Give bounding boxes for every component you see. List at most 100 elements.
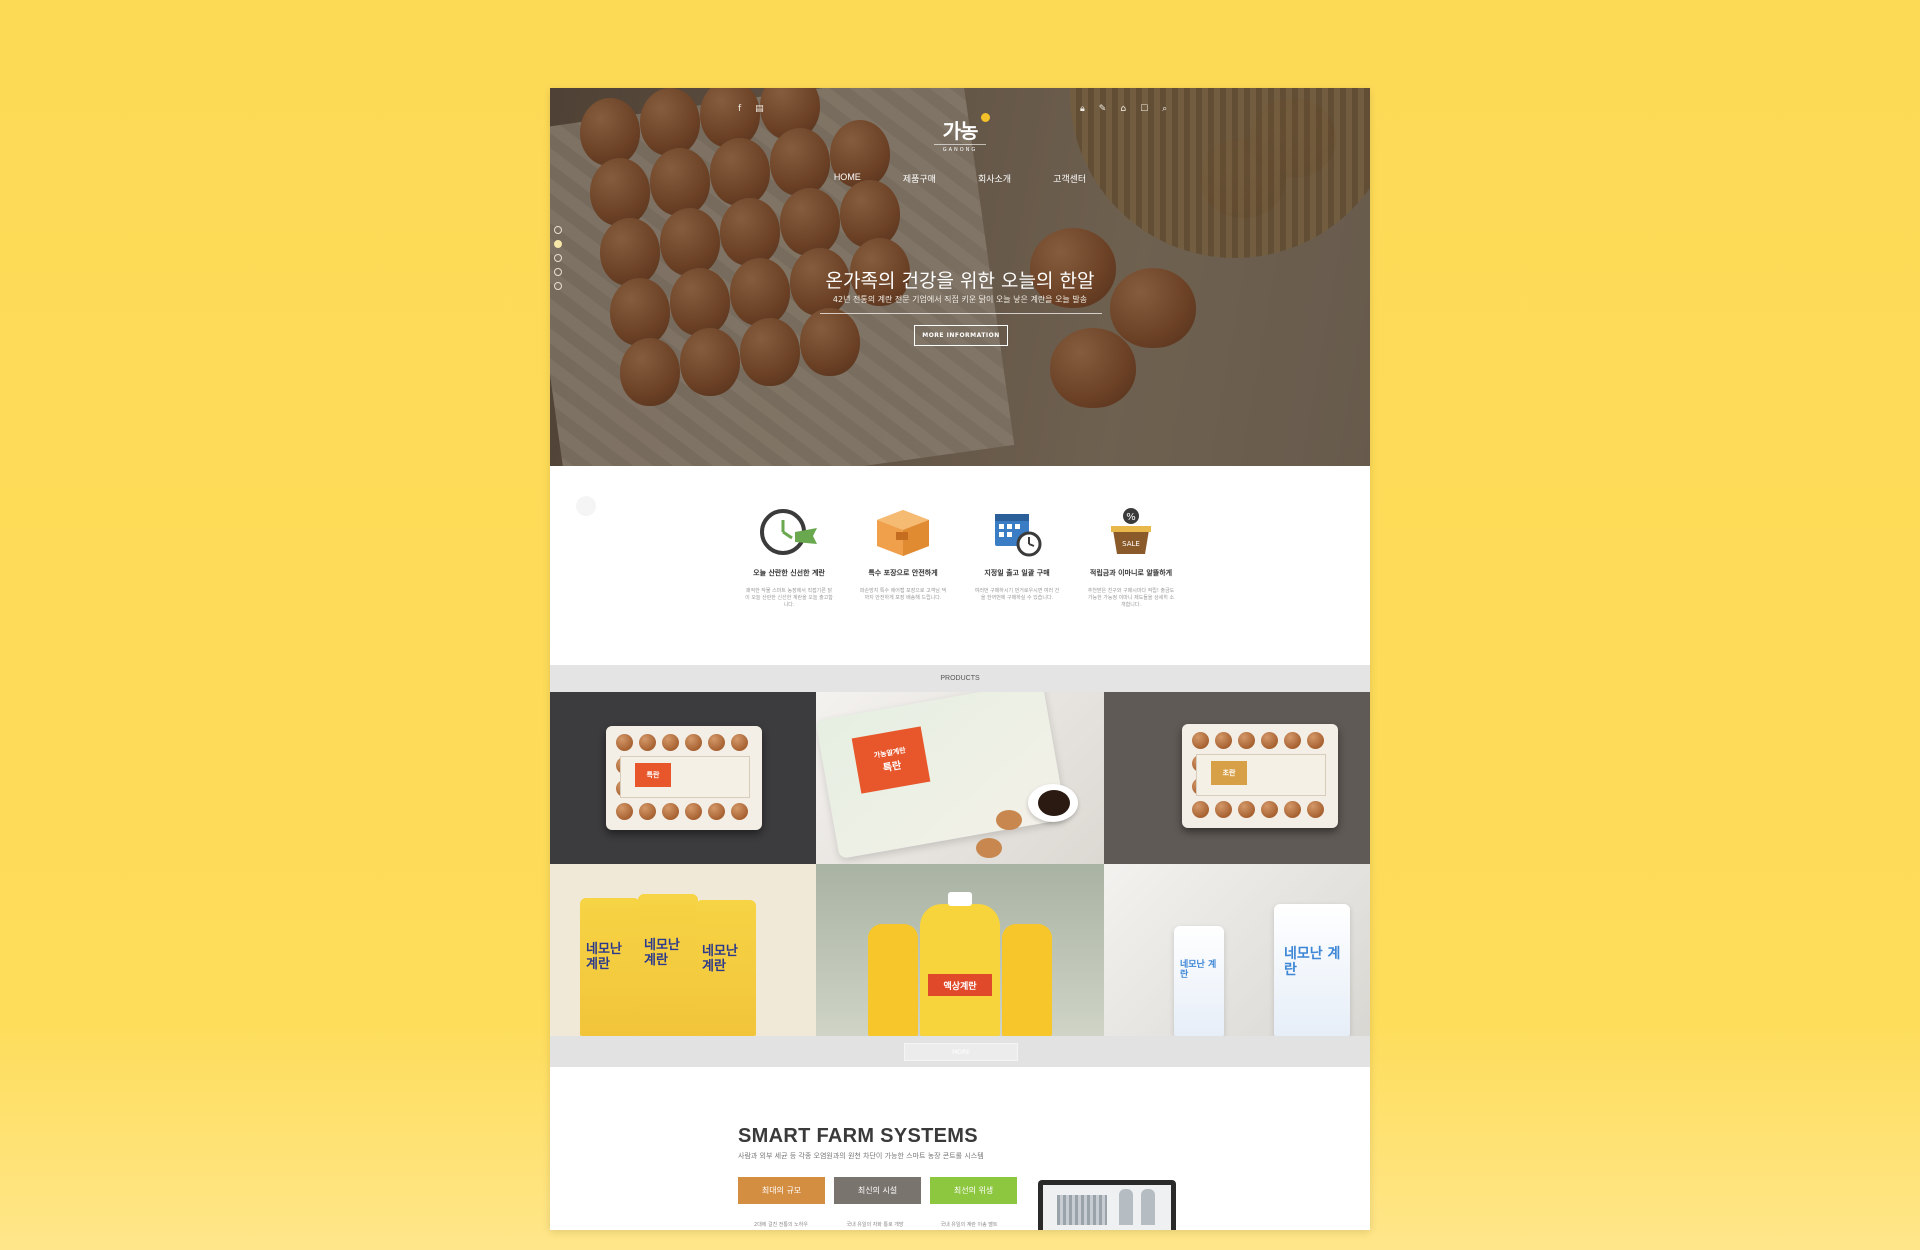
feature-savings: % SALE 적립금과 이마니로 알뜰하게 추천받은 친구와 구매시마다 적립!… bbox=[1087, 506, 1175, 609]
divider bbox=[820, 313, 1102, 314]
pack-grade: 특란 bbox=[882, 759, 903, 774]
clock-24-icon bbox=[759, 506, 819, 560]
carton-egg bbox=[1192, 732, 1209, 749]
carton-egg bbox=[708, 803, 725, 820]
tab-hygiene[interactable]: 최선의 위생 bbox=[930, 1177, 1017, 1204]
carton-egg bbox=[731, 734, 748, 751]
products-heading: PRODUCTS bbox=[550, 665, 1370, 692]
product-grid: 특란 가농알계란 특란 초란 네모난 계란 네모난 계란 네모난 계란 액상계란… bbox=[550, 692, 1370, 1036]
product-carton-yellow[interactable]: 네모난 계란 네모난 계란 네모난 계란 bbox=[550, 864, 816, 1036]
product-egg-carton-dark[interactable]: 특란 bbox=[550, 692, 816, 864]
nav-support[interactable]: 고객센터 bbox=[1053, 172, 1086, 185]
carton-egg bbox=[1192, 801, 1209, 818]
more-products-button[interactable]: MORE bbox=[904, 1043, 1018, 1061]
carton-egg bbox=[639, 803, 656, 820]
hero-title: 온가족의 건강을 위한 오늘의 한알 bbox=[825, 270, 1095, 292]
carton-egg bbox=[1284, 732, 1301, 749]
feature-title: 특수 포장으로 안전하게 bbox=[868, 569, 938, 577]
carton-egg bbox=[1215, 732, 1232, 749]
carton-egg bbox=[639, 734, 656, 751]
feature-schedule: 지정일 출고 일괄 구매 여러번 구매하시기 번거로우시면 여러 건을 한꺼번에… bbox=[973, 506, 1061, 609]
feature-title: 오늘 산란한 신선한 계란 bbox=[753, 569, 825, 577]
svg-text:%: % bbox=[1126, 512, 1136, 523]
smartfarm-tabs: 최대의 규모 최신의 시설 최선의 위생 bbox=[738, 1177, 1017, 1204]
carton-label: 네모난 계란 bbox=[702, 944, 738, 974]
utility-icons: 🔒︎ ✎ ⌂ ☐ ⌕ bbox=[1080, 104, 1167, 114]
hero-subtitle: 42년 전통의 계란 전문 기업에서 직접 키운 닭이 오늘 낳은 계란을 오늘… bbox=[832, 295, 1088, 304]
carton-grade-label: 특란 bbox=[635, 763, 671, 787]
carton-label: 네모난 계란 bbox=[644, 938, 680, 968]
slide-dot[interactable] bbox=[554, 226, 562, 234]
carton-egg bbox=[1307, 801, 1324, 818]
nav-home[interactable]: HOME bbox=[834, 172, 861, 185]
chat-icon[interactable]: ☐ bbox=[1140, 104, 1148, 114]
carton-egg bbox=[1261, 732, 1278, 749]
slide-dot-active[interactable] bbox=[554, 240, 562, 248]
pen-icon[interactable]: ✎ bbox=[1099, 104, 1107, 114]
smartfarm-col: 국내 유일의 자화 통로 개방 bbox=[846, 1222, 904, 1228]
feature-desc: 쾌적한 작물 스마트 농장에서 직접기른 닭이 오늘 산란한 신선한 계란을 오… bbox=[745, 588, 833, 608]
carton-label: 초란 bbox=[1196, 754, 1326, 796]
carton-label: 네모난 계란 bbox=[1284, 946, 1341, 978]
carton-egg bbox=[685, 803, 702, 820]
nav-shop[interactable]: 제품구매 bbox=[903, 172, 936, 185]
feature-title: 적립금과 이마니로 알뜰하게 bbox=[1089, 569, 1173, 577]
carton-egg bbox=[616, 803, 633, 820]
carton-label: 네모난 계란 bbox=[586, 942, 622, 972]
feature-desc: 여러번 구매하시기 번거로우시면 여러 건을 한꺼번에 구매하실 수 있습니다. bbox=[974, 588, 1060, 601]
product-egg-pack-special[interactable]: 가농알계란 특란 bbox=[816, 692, 1104, 864]
slide-dot[interactable] bbox=[554, 254, 562, 262]
more-information-button[interactable]: MORE INFORMATION bbox=[914, 325, 1008, 346]
svg-text:SALE: SALE bbox=[1122, 540, 1140, 548]
calendar-icon bbox=[987, 506, 1047, 560]
carton-egg bbox=[1261, 801, 1278, 818]
social-links: f ▤ bbox=[738, 104, 764, 114]
bottle-label: 액상계란 bbox=[928, 974, 992, 996]
carton-egg bbox=[662, 734, 679, 751]
carton-egg bbox=[1238, 732, 1255, 749]
carton-label: 네모난 계란 bbox=[1180, 960, 1217, 980]
smartfarm-col: 국내 유일의 계란 이송 벨트 bbox=[940, 1222, 998, 1228]
carton-egg bbox=[662, 803, 679, 820]
carton-grade-label: 초란 bbox=[1211, 761, 1247, 785]
carton-egg bbox=[1284, 801, 1301, 818]
box-icon bbox=[873, 506, 933, 560]
brand-logo[interactable]: 가농 GANONG bbox=[934, 113, 990, 155]
feature-packaging: 특수 포장으로 안전하게 파손방지 특수 에어캡 포장으로 고객님 댁까지 안전… bbox=[859, 506, 947, 609]
tab-scale[interactable]: 최대의 규모 bbox=[738, 1177, 825, 1204]
carton-egg bbox=[685, 734, 702, 751]
monitor-image bbox=[1038, 1180, 1176, 1230]
carton-egg bbox=[1238, 801, 1255, 818]
product-carton-blue[interactable]: 네모난 계란 네모난 계란 bbox=[1104, 864, 1370, 1036]
smartfarm-subtitle: 사람과 외부 세균 등 각종 오염원과의 원천 차단이 가능한 스마트 농장 콘… bbox=[738, 1152, 984, 1160]
sun-icon bbox=[981, 113, 990, 122]
sale-basket-icon: % SALE bbox=[1101, 506, 1161, 560]
feature-list: 오늘 산란한 신선한 계란 쾌적한 작물 스마트 농장에서 직접기른 닭이 오늘… bbox=[550, 506, 1370, 609]
carton-egg bbox=[731, 803, 748, 820]
feature-title: 지정일 출고 일괄 구매 bbox=[984, 569, 1050, 577]
feature-fresh: 오늘 산란한 신선한 계란 쾌적한 작물 스마트 농장에서 직접기른 닭이 오늘… bbox=[745, 506, 833, 609]
feature-desc: 추천받은 친구와 구매시마다 적립! 출금도 가능한 가능정 이마니 제도들을 … bbox=[1087, 588, 1175, 608]
product-liquid-egg-bottles[interactable]: 액상계란 bbox=[816, 864, 1104, 1036]
carton-egg bbox=[1307, 732, 1324, 749]
main-nav: HOME 제품구매 회사소개 고객센터 bbox=[550, 172, 1370, 185]
carton-egg bbox=[708, 734, 725, 751]
website-mockup: f ▤ 🔒︎ ✎ ⌂ ☐ ⌕ 가농 GANONG HOME 제품구매 회사소개 … bbox=[550, 88, 1370, 1230]
logo-subtext: GANONG bbox=[942, 147, 978, 153]
search-icon[interactable]: ⌕ bbox=[1162, 104, 1167, 114]
blog-icon[interactable]: ▤ bbox=[755, 104, 764, 114]
facebook-icon[interactable]: f bbox=[738, 104, 741, 114]
product-egg-carton-gray[interactable]: 초란 bbox=[1104, 692, 1370, 864]
smartfarm-title: SMART FARM SYSTEMS bbox=[738, 1125, 978, 1147]
feature-desc: 파손방지 특수 에어캡 포장으로 고객님 댁까지 안전하게 포장 배송해 드립니… bbox=[859, 588, 947, 601]
nav-about[interactable]: 회사소개 bbox=[978, 172, 1011, 185]
hero-banner: f ▤ 🔒︎ ✎ ⌂ ☐ ⌕ 가농 GANONG HOME 제품구매 회사소개 … bbox=[550, 88, 1370, 466]
basket-icon[interactable]: ⌂ bbox=[1120, 104, 1126, 114]
tab-facility[interactable]: 최신의 시설 bbox=[834, 1177, 921, 1204]
carton-egg bbox=[616, 734, 633, 751]
lock-icon[interactable]: 🔒︎ bbox=[1080, 104, 1085, 114]
logo-text: 가농 bbox=[934, 115, 986, 145]
smartfarm-col: 2대에 걸친 전통의 노하우 bbox=[754, 1222, 808, 1228]
carton-label: 특란 bbox=[620, 756, 750, 798]
carton-egg bbox=[1215, 801, 1232, 818]
